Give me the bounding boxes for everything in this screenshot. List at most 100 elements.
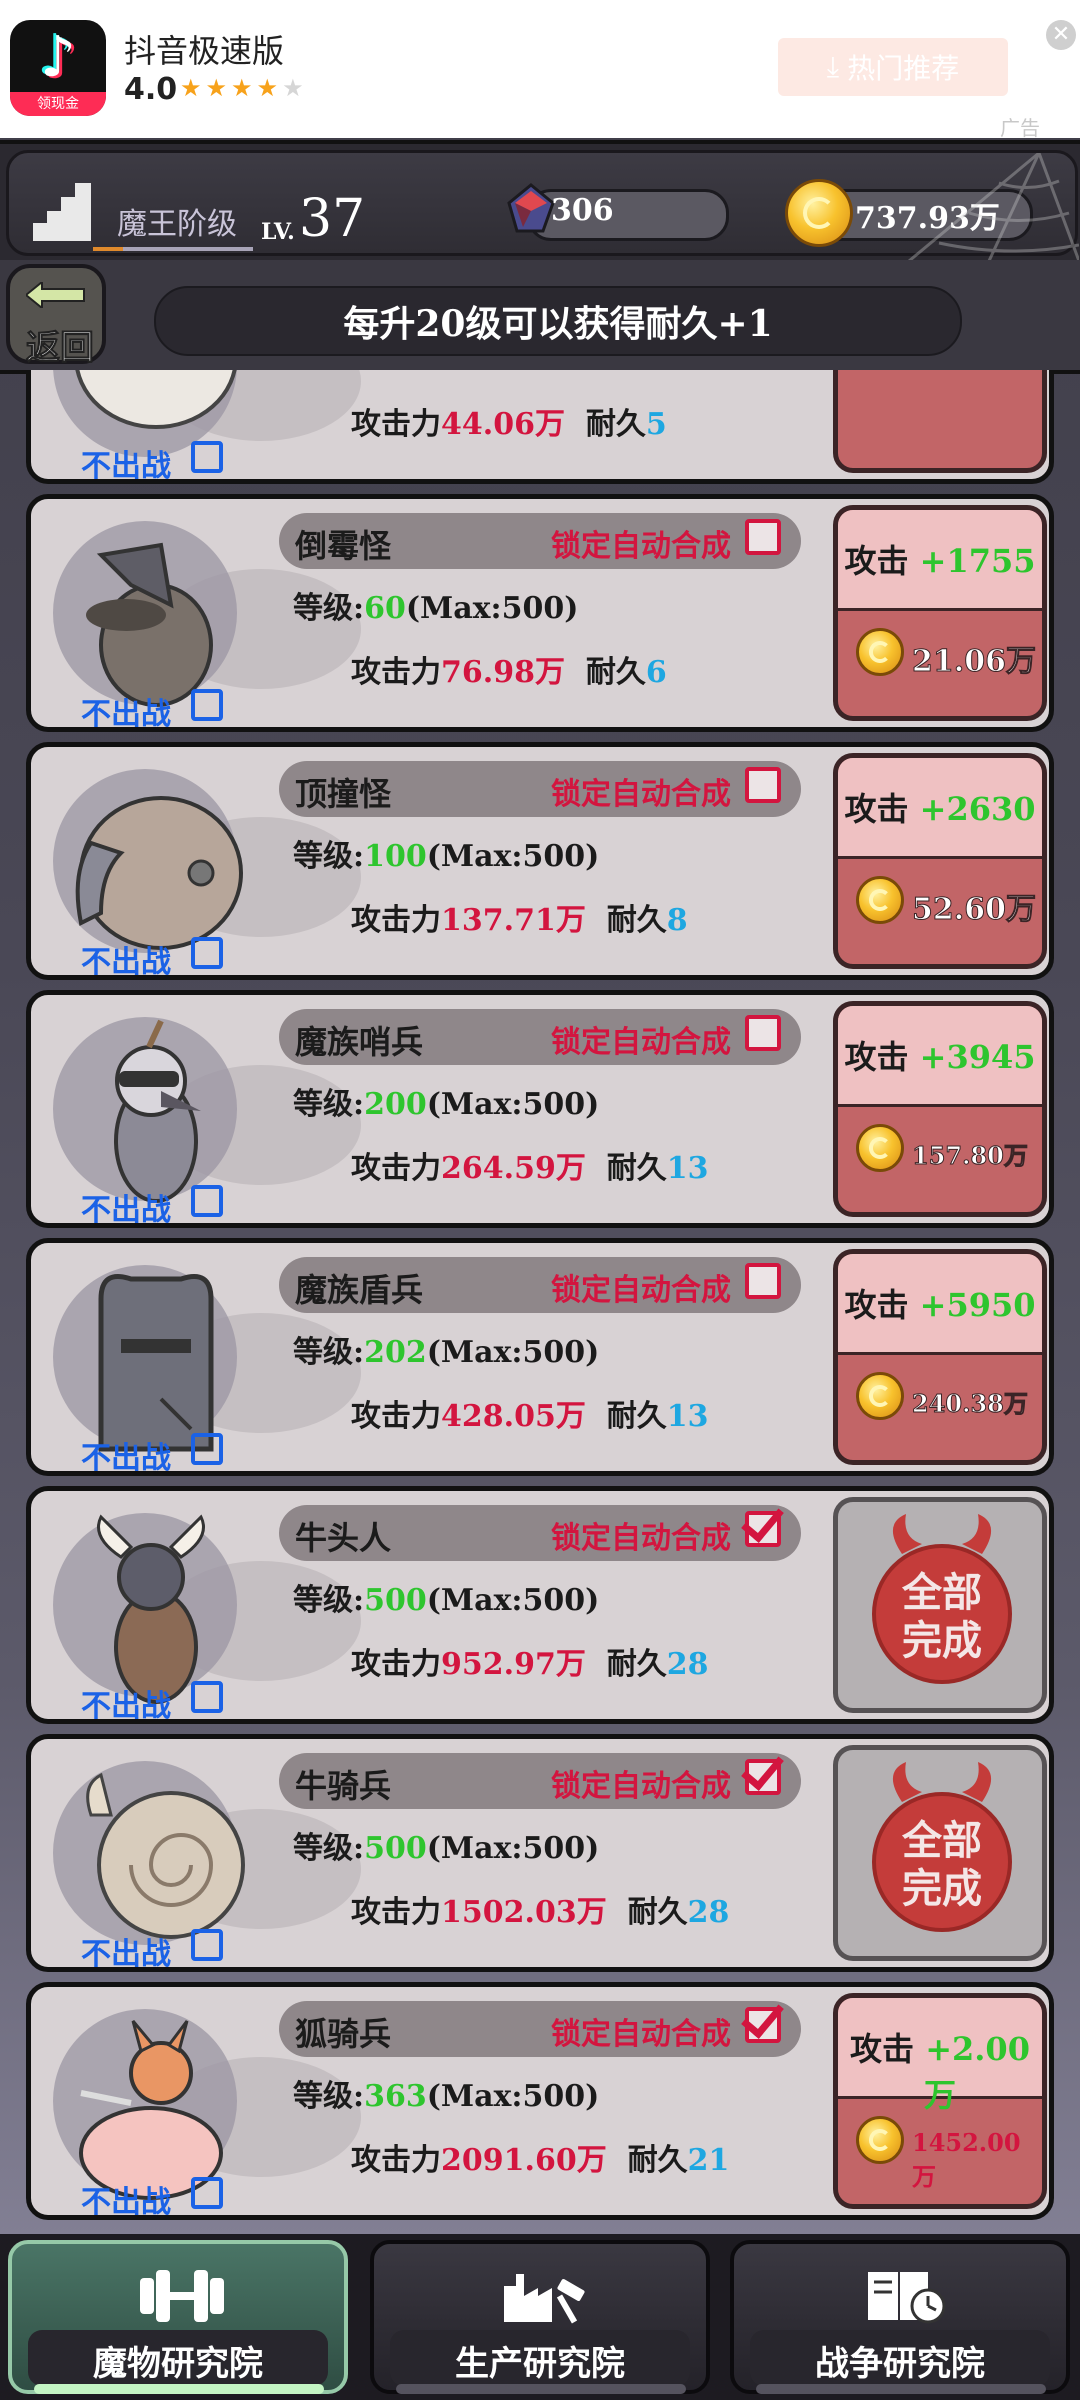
monster-name: 狐骑兵	[295, 2015, 392, 2053]
svg-text:全部: 全部	[901, 1569, 982, 1616]
attack-value: 44.06万	[441, 407, 565, 442]
download-icon: ⤓	[826, 50, 840, 83]
level-max: (Max:500)	[426, 2079, 600, 2114]
all-complete-badge: 全部 完成	[833, 1497, 1047, 1713]
monster-card[interactable]: 攻击力44.06万 耐久5 不出战 9.36万	[26, 370, 1054, 484]
lock-auto-checkbox[interactable]	[745, 1015, 781, 1051]
close-icon[interactable]: ✕	[1046, 20, 1076, 50]
tab-monster-institute[interactable]: 魔物研究院	[8, 2240, 348, 2394]
not-battle-checkbox[interactable]	[191, 1929, 223, 1961]
tab-production-institute[interactable]: 生产研究院	[370, 2240, 710, 2394]
upgrade-attack: 攻击 +3945	[844, 1038, 1036, 1076]
ad-button-label: 热门推荐	[847, 52, 960, 85]
monster-name: 牛骑兵	[295, 1767, 392, 1805]
not-battle-label: 不出战	[81, 1441, 171, 1476]
level-max: (Max:500)	[426, 1583, 600, 1618]
not-battle-checkbox[interactable]	[191, 2177, 223, 2209]
level-value: 200	[364, 1087, 427, 1122]
monster-list[interactable]: 攻击力44.06万 耐久5不出战9.36万倒霉怪锁定自动合成等级:60(Max:…	[0, 370, 1080, 2232]
stat-line: 攻击力137.71万 耐久8	[351, 903, 688, 938]
lock-auto-checkbox[interactable]	[745, 1759, 781, 1795]
not-battle-checkbox[interactable]	[191, 689, 223, 721]
back-button[interactable]: 返回	[6, 264, 106, 369]
svg-text:全部: 全部	[901, 1817, 982, 1864]
gold-coin-icon	[856, 1372, 904, 1420]
durability-value: 28	[666, 1647, 709, 1682]
monster-card[interactable]: 魔族哨兵 锁定自动合成 等级:200(Max:500) 攻击力264.59万 耐久13…	[26, 990, 1054, 1228]
not-battle-checkbox[interactable]	[191, 1185, 223, 1217]
not-battle-label: 不出战	[81, 2185, 171, 2220]
upgrade-button[interactable]: 攻击 +1755 21.06万	[833, 505, 1047, 721]
level-value: 500	[364, 1583, 427, 1618]
ad-app-name[interactable]: 抖音极速版	[124, 26, 284, 72]
not-battle-checkbox[interactable]	[191, 1681, 223, 1713]
logo-tag: 领现金	[10, 92, 106, 116]
level-max: (Max:500)	[405, 591, 579, 626]
lock-auto-label: 锁定自动合成	[551, 777, 731, 812]
player-level: 37	[299, 189, 366, 249]
monster-card[interactable]: 倒霉怪 锁定自动合成 等级:60(Max:500) 攻击力76.98万 耐久6 不出战 攻…	[26, 494, 1054, 732]
monster-card[interactable]: 牛骑兵 锁定自动合成 等级:500(Max:500) 攻击力1502.03万 耐久28…	[26, 1734, 1054, 1972]
music-note-icon: ♪	[40, 24, 76, 90]
level-value: 500	[364, 1831, 427, 1866]
all-complete-badge: 全部 完成	[833, 1745, 1047, 1961]
level-line: 等级:100(Max:500)	[293, 839, 600, 874]
level-line: 等级:363(Max:500)	[293, 2079, 600, 2114]
lock-auto-checkbox[interactable]	[745, 767, 781, 803]
not-battle-checkbox[interactable]	[191, 937, 223, 969]
upgrade-button[interactable]: 9.36万	[833, 370, 1047, 473]
monster-card[interactable]: 顶撞怪 锁定自动合成 等级:100(Max:500) 攻击力137.71万 耐久8 不出…	[26, 742, 1054, 980]
upgrade-button[interactable]: 攻击 +3945 157.80万	[833, 1001, 1047, 1217]
durability-value: 13	[666, 1399, 709, 1434]
gold-coin-icon	[856, 2116, 904, 2164]
lock-auto-checkbox[interactable]	[745, 519, 781, 555]
monster-card[interactable]: 牛头人 锁定自动合成 等级:500(Max:500) 攻击力952.97万 耐久28 不…	[26, 1486, 1054, 1724]
lock-auto-label: 锁定自动合成	[551, 1273, 731, 1308]
upgrade-button[interactable]: 攻击 +2.00万 1452.00万	[833, 1993, 1047, 2209]
attack-value: 428.05万	[441, 1399, 586, 1434]
ad-download-button[interactable]: ⤓ 热门推荐	[778, 38, 1008, 96]
tab-war-institute[interactable]: 战争研究院	[730, 2240, 1070, 2394]
factory-hammer-icon	[504, 2274, 585, 2324]
upgrade-button[interactable]: 攻击 +2630 52.60万	[833, 753, 1047, 969]
level-line: 等级:500(Max:500)	[293, 1583, 600, 1618]
ad-rating: 4.0	[124, 72, 178, 107]
not-battle-label: 不出战	[81, 1937, 171, 1972]
monster-portrait-icon	[98, 1274, 214, 1452]
attack-value: 2091.60万	[441, 2143, 607, 2178]
not-battle-checkbox[interactable]	[191, 1433, 223, 1465]
level-max: (Max:500)	[426, 1831, 600, 1866]
header-row: 返回 每升20级可以获得耐久+1	[0, 260, 1080, 374]
not-battle-label: 不出战	[81, 449, 171, 484]
monster-portrait-icon	[97, 1514, 205, 1704]
lock-auto-checkbox[interactable]	[745, 1511, 781, 1547]
attack-value: 1502.03万	[441, 1895, 607, 1930]
rank-label: 魔王阶级	[117, 207, 237, 242]
upgrade-button[interactable]: 攻击 +5950 240.38万	[833, 1249, 1047, 1465]
durability-value: 13	[666, 1151, 709, 1186]
monster-portrait-icon	[86, 1772, 245, 1939]
upgrade-cost: 240.38万	[912, 1389, 1029, 1419]
rank-progress-bar	[93, 247, 253, 251]
upgrade-attack: 攻击 +1755	[844, 542, 1036, 580]
ad-banner[interactable]: ♪ 领现金 抖音极速版 4.0 ★★★★★ ⤓ 热门推荐 ✕ 广告	[0, 0, 1080, 140]
monster-portrait-icon	[75, 796, 243, 950]
gem-value: 306	[551, 193, 614, 228]
stat-line: 攻击力428.05万 耐久13	[351, 1399, 709, 1434]
lock-auto-label: 锁定自动合成	[551, 529, 731, 564]
stat-line: 攻击力76.98万 耐久6	[351, 655, 667, 690]
monster-card[interactable]: 狐骑兵 锁定自动合成 等级:363(Max:500) 攻击力2091.60万 耐久21…	[26, 1982, 1054, 2220]
monster-card[interactable]: 魔族盾兵 锁定自动合成 等级:202(Max:500) 攻击力428.05万 耐久13…	[26, 1238, 1054, 1476]
monster-name: 魔族盾兵	[295, 1271, 424, 1309]
durability-value: 21	[687, 2143, 730, 2178]
lock-auto-checkbox[interactable]	[745, 1263, 781, 1299]
gold-coin-icon	[785, 179, 853, 247]
monster-name: 魔族哨兵	[295, 1023, 424, 1061]
gold-coin-icon	[856, 876, 904, 924]
douyin-logo-icon[interactable]: ♪ 领现金	[10, 20, 106, 116]
durability-value: 5	[645, 407, 667, 442]
stat-line: 攻击力1502.03万 耐久28	[351, 1895, 730, 1930]
lock-auto-checkbox[interactable]	[745, 2007, 781, 2043]
not-battle-checkbox[interactable]	[191, 441, 223, 473]
level-max: (Max:500)	[426, 1087, 600, 1122]
